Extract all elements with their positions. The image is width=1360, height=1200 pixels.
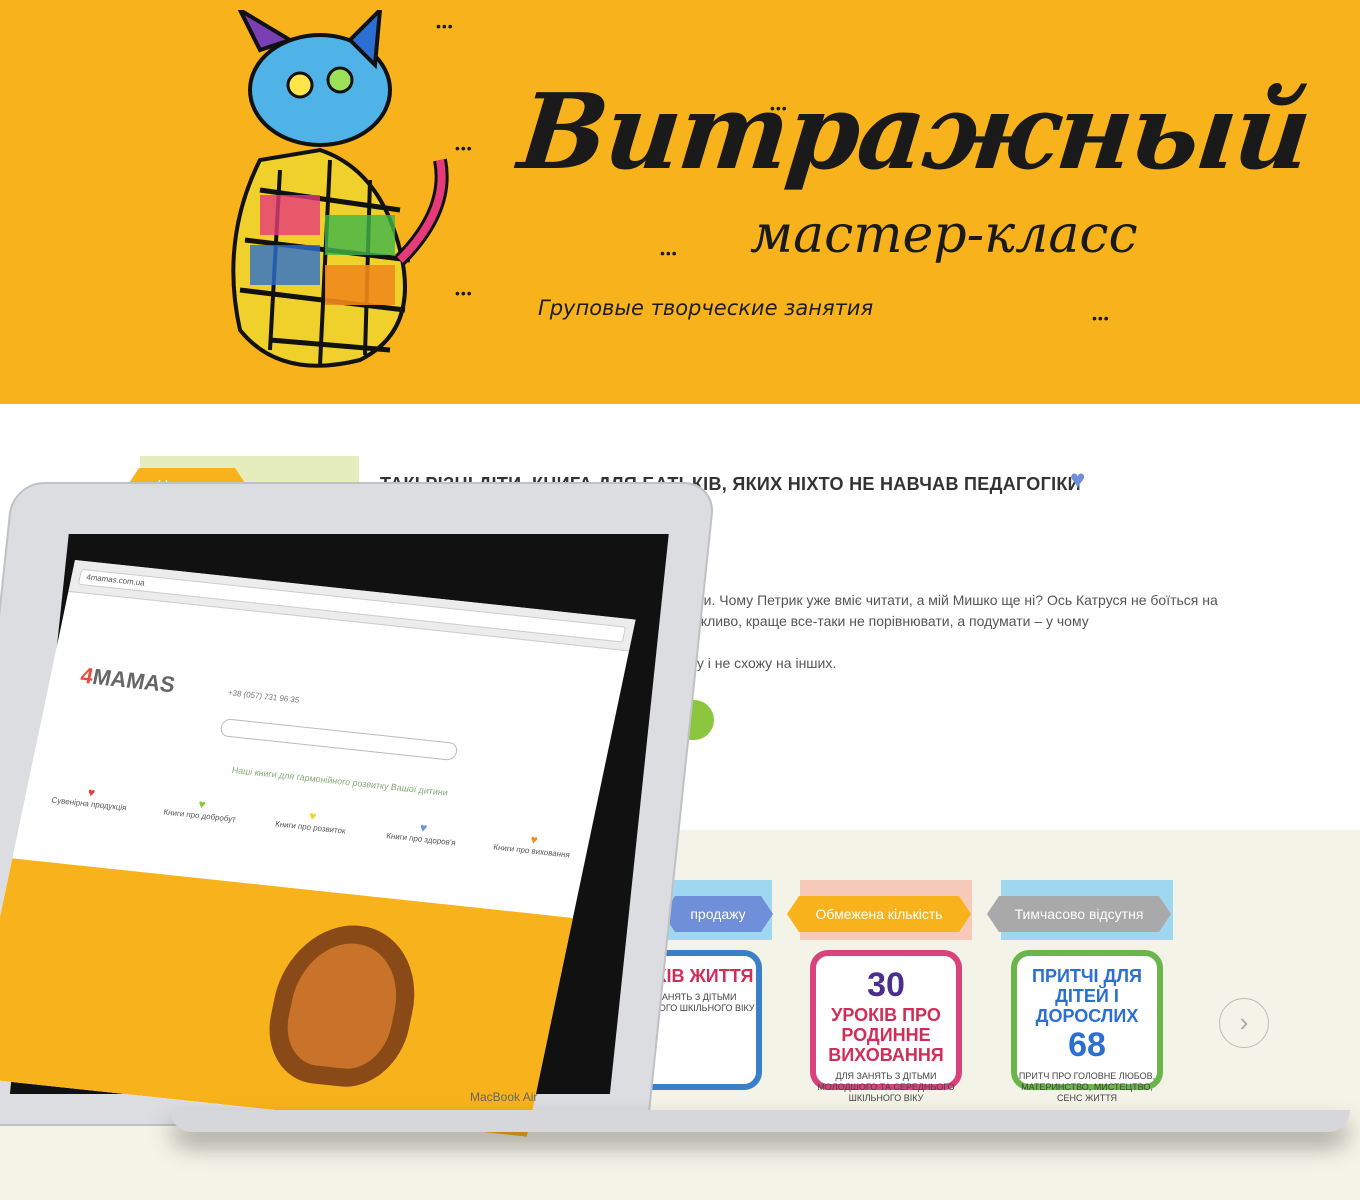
book-cover-frame: 30 УРОКІВ ПРО РОДИННЕ ВИХОВАННЯ ДЛЯ ЗАНЯ… — [810, 950, 962, 1103]
description-line: зазвичай порівнюють свою дитину з іншими… — [380, 592, 1218, 608]
paw-icon — [436, 18, 454, 34]
heart-icon[interactable]: ♥ — [1070, 464, 1085, 495]
banner-title: Витражный — [513, 70, 1316, 193]
carousel-book-publisher: ОСНОВА — [1065, 1109, 1109, 1120]
book-title[interactable]: ТАКІ РІЗНІ ДІТИ. КНИГА ДЛЯ БАТЬКІВ, ЯКИХ… — [380, 474, 1081, 495]
carousel-book-title: УРОКІВ ЖИТТЯ — [618, 966, 754, 986]
carousel-book-subtitle: ПРИТЧ ПРО ГОЛОВНЕ ЛЮБОВ, МАТЕРИНСТВО, МИ… — [1018, 1071, 1156, 1103]
banner-subtitle: мастер-класс — [750, 205, 1138, 265]
meta-author-value: А. Гресь — [446, 516, 500, 532]
meta-series: Серія....... "Для турботливих батьків" — [380, 538, 616, 554]
paw-icon — [1092, 310, 1110, 326]
description-line: міти, як виховувати свою дитину — таку о… — [380, 655, 837, 671]
meta-author-label: Автор...... — [380, 516, 442, 532]
limited-badge: Обмежена кількість — [787, 896, 971, 932]
paw-icon — [770, 100, 788, 116]
carousel-book-number: 30 — [867, 966, 905, 1004]
meta-series-value: "Для турботливих батьків" — [446, 538, 616, 554]
view-button[interactable]: глянути — [590, 700, 714, 740]
chevron-right-icon[interactable]: › — [1219, 998, 1269, 1048]
meta-age: Вік............від 0 до 15 — [380, 560, 516, 576]
hero-banner: Витражный мастер-класс Груповые творческ… — [0, 0, 1360, 404]
description-line: вашої дитини. — [380, 634, 472, 650]
paw-icon — [660, 245, 678, 261]
meta-series-label: Серія....... — [380, 538, 444, 554]
chevron-left-icon[interactable]: ‹ — [86, 998, 136, 1048]
book-cover-frame: ПРИТЧІ ДЛЯ ДІТЕЙ І ДОРОСЛИХ 68 ПРИТЧ ПРО… — [1011, 950, 1163, 1103]
description-line: ти?.. — такі слова знайомі багатьом бать… — [380, 613, 1089, 629]
sale-badge: продажу — [663, 896, 773, 932]
book-cover-title: Такі різні — [190, 536, 350, 574]
meta-author: Автор...... А. Гресь — [380, 516, 500, 532]
paw-icon — [455, 285, 473, 301]
carousel-book-publisher: ОСНОВА — [864, 1109, 908, 1120]
book-description: зазвичай порівнюють свою дитину з іншими… — [380, 590, 1310, 674]
carousel-book-title: ПРИТЧІ ДЛЯ ДІТЕЙ І ДОРОСЛИХ — [1032, 966, 1142, 1026]
paw-icon — [455, 140, 473, 156]
carousel-book-subtitle: ДЛЯ ЗАНЯТЬ З ДІТЬМИ МОЛОДШОГО ТА СЕРЕДНЬ… — [817, 1071, 955, 1103]
new-badge: Новинка — [127, 468, 247, 504]
meta-age-value: від 0 до 15 — [446, 560, 516, 576]
carousel-book-title: УРОКІВ ПРО РОДИННЕ ВИХОВАННЯ — [828, 1005, 944, 1065]
stained-glass-cat-illustration — [231, 10, 449, 368]
carousel-book-number: 68 — [1068, 1026, 1106, 1064]
out-of-stock-badge: Тимчасово відсутня — [987, 896, 1171, 932]
meta-age-label: Вік............ — [380, 560, 446, 576]
carousel-book-subtitle: ДЛЯ ЗАНЯТЬ З ДІТЬМИ МОЛОДШОГО ШКІЛЬНОГО … — [617, 992, 755, 1013]
books-carousel: ‹ › УРОКІВ ЖИТТЯ ДЛЯ ЗАНЯТЬ З ДІТЬМИ МОЛ… — [0, 830, 1360, 1200]
book-cover-frame: УРОКІВ ЖИТТЯ ДЛЯ ЗАНЯТЬ З ДІТЬМИ МОЛОДШО… — [610, 950, 762, 1090]
featured-book-section: Такі різні Новинка ТАКІ РІЗНІ ДІТИ. КНИГ… — [0, 404, 1360, 830]
banner-tagline: Груповые творческие занятия — [538, 296, 874, 320]
